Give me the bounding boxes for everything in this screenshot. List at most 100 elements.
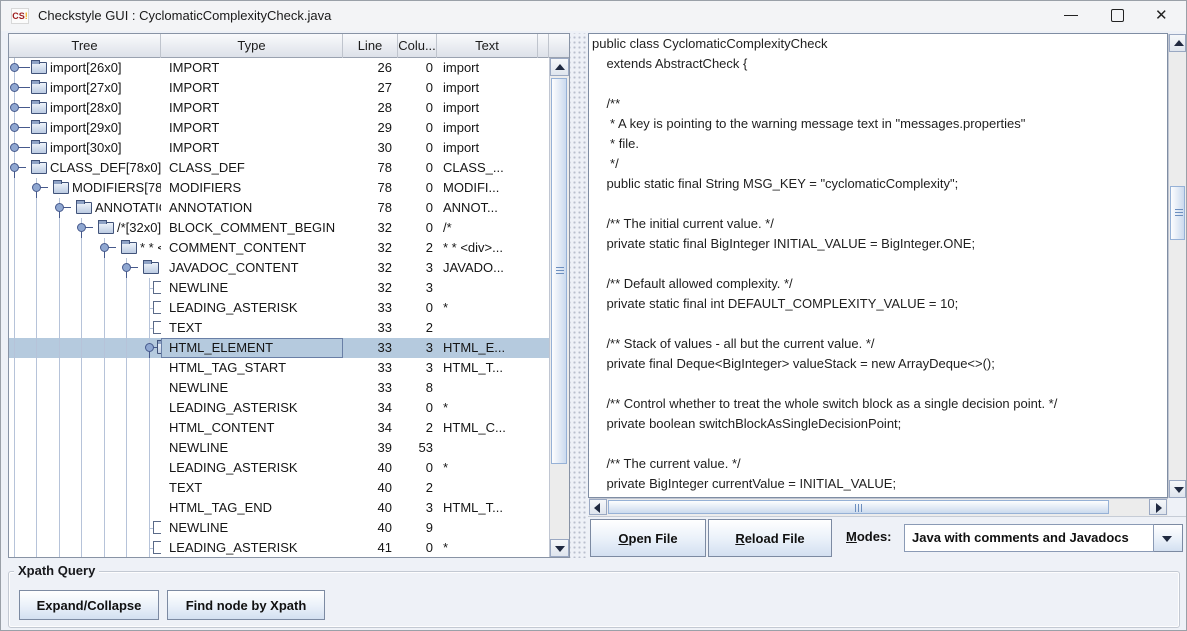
tree-expanded-handle-icon[interactable] <box>122 263 131 272</box>
maximize-button[interactable] <box>1094 1 1140 31</box>
reload-file-button[interactable]: Reload File <box>708 519 832 557</box>
table-row[interactable]: * * <div>...COMMENT_CONTENT322* * <div>.… <box>9 238 549 258</box>
table-row[interactable]: LEADING_ASTERISK340* <box>9 398 549 418</box>
column-header-spacer[interactable] <box>538 34 549 58</box>
column-header-type[interactable]: Type <box>161 34 343 58</box>
tree-expanded-handle-icon[interactable] <box>32 183 41 192</box>
column-header-tree[interactable]: Tree <box>9 34 161 58</box>
modes-selected-value: Java with comments and Javadocs <box>904 524 1154 552</box>
line-cell: 33 <box>343 298 398 318</box>
find-node-by-xpath-button[interactable]: Find node by Xpath <box>167 590 325 620</box>
column-header-text[interactable]: Text <box>437 34 538 58</box>
code-line <box>589 74 1167 94</box>
scroll-up-button[interactable] <box>1169 34 1186 52</box>
folder-icon <box>31 62 47 74</box>
table-row[interactable]: ANNOTATION[78x0]ANNOTATION780ANNOT... <box>9 198 549 218</box>
column-cell: 0 <box>398 138 437 158</box>
type-cell: CLASS_DEF <box>161 158 343 178</box>
column-header-colu[interactable]: Colu... <box>398 34 437 58</box>
table-row[interactable]: import[30x0]IMPORT300import <box>9 138 549 158</box>
column-cell: 0 <box>398 198 437 218</box>
text-cell: import <box>437 118 538 138</box>
column-cell: 0 <box>398 98 437 118</box>
line-cell: 33 <box>343 358 398 378</box>
tree-guide-line <box>36 538 37 557</box>
close-button[interactable]: ✕ <box>1140 1 1186 31</box>
tree-expanded-handle-icon[interactable] <box>10 163 19 172</box>
table-row[interactable]: import[28x0]IMPORT280import <box>9 98 549 118</box>
scroll-thumb[interactable] <box>551 78 567 464</box>
modes-combobox[interactable]: Java with comments and Javadocs <box>904 524 1183 552</box>
combobox-dropdown-button[interactable] <box>1154 524 1183 552</box>
tree-guide-line <box>149 398 150 418</box>
tree-expanded-handle-icon[interactable] <box>55 203 64 212</box>
table-row[interactable]: JAVADOC_CONTENTJAVADOC_CONTENT323JAVADO.… <box>9 258 549 278</box>
column-header-line[interactable]: Line <box>343 34 398 58</box>
table-row[interactable]: import[29x0]IMPORT290import <box>9 118 549 138</box>
open-file-button[interactable]: Open File <box>590 519 706 557</box>
tree-expanded-handle-icon[interactable] <box>145 343 154 352</box>
table-vertical-scrollbar[interactable] <box>549 58 569 557</box>
code-vertical-scrollbar[interactable] <box>1168 34 1187 498</box>
table-row[interactable]: /*[32x0]BLOCK_COMMENT_BEGIN320/* <box>9 218 549 238</box>
scroll-thumb[interactable] <box>608 500 1109 514</box>
tree-expanded-handle-icon[interactable] <box>77 223 86 232</box>
table-row[interactable]: NEWLINE323 <box>9 278 549 298</box>
tree-collapsed-handle-icon[interactable] <box>10 63 19 72</box>
code-line: public class CyclomaticComplexityCheck <box>589 34 1167 54</box>
tree-collapsed-handle-icon[interactable] <box>10 103 19 112</box>
tree-collapsed-handle-icon[interactable] <box>10 83 19 92</box>
minimize-button[interactable] <box>1048 1 1094 31</box>
table-row[interactable]: LEADING_ASTERISK400* <box>9 458 549 478</box>
line-cell: 41 <box>343 538 398 557</box>
scroll-down-button[interactable] <box>1169 480 1186 498</box>
table-row[interactable]: CLASS_DEF[78x0]CLASS_DEF780CLASS_... <box>9 158 549 178</box>
source-code-view[interactable]: public class CyclomaticComplexityCheck e… <box>588 33 1168 498</box>
column-cell: 0 <box>398 178 437 198</box>
tree-guide-line <box>104 438 105 458</box>
table-row[interactable]: HTML_CONTENT342HTML_C... <box>9 418 549 438</box>
split-pane-divider[interactable] <box>570 33 588 558</box>
scroll-right-button[interactable] <box>1149 499 1167 515</box>
code-horizontal-scrollbar[interactable] <box>589 498 1168 516</box>
text-cell: * <box>437 298 538 318</box>
table-row[interactable]: NEWLINE409 <box>9 518 549 538</box>
open-file-label: Open File <box>618 531 677 546</box>
table-row[interactable]: import[26x0]IMPORT260import <box>9 58 549 78</box>
text-cell: * <box>437 538 538 557</box>
table-row[interactable]: NEWLINE3953 <box>9 438 549 458</box>
table-row[interactable]: HTML_TAG_END403HTML_T... <box>9 498 549 518</box>
table-row[interactable]: TEXT402 <box>9 478 549 498</box>
table-row[interactable]: HTML_ELEMENT333HTML_E... <box>9 338 549 358</box>
minimize-icon <box>1064 15 1078 16</box>
tree-collapsed-handle-icon[interactable] <box>10 143 19 152</box>
leaf-icon <box>153 541 161 554</box>
table-row[interactable]: MODIFIERS[78x0]MODIFIERS780MODIFI... <box>9 178 549 198</box>
tree-cell <box>9 338 161 358</box>
table-row[interactable]: import[27x0]IMPORT270import <box>9 78 549 98</box>
tree-expanded-handle-icon[interactable] <box>100 243 109 252</box>
table-row[interactable]: NEWLINE338 <box>9 378 549 398</box>
code-line: private BigInteger currentValue = INITIA… <box>589 474 1167 494</box>
table-row[interactable]: LEADING_ASTERISK330* <box>9 298 549 318</box>
tree-guide-line <box>81 258 82 278</box>
table-row[interactable]: LEADING_ASTERISK410* <box>9 538 549 557</box>
tree-guide-line <box>59 218 60 238</box>
window-title: Checkstyle GUI : CyclomaticComplexityChe… <box>38 8 331 23</box>
code-line: private static final BigInteger INITIAL_… <box>589 234 1167 254</box>
tree-node-label: import[30x0] <box>50 138 122 158</box>
expand-collapse-button[interactable]: Expand/Collapse <box>19 590 159 620</box>
scroll-up-button[interactable] <box>550 58 569 76</box>
scroll-thumb[interactable] <box>1170 186 1185 240</box>
tree-node-label: * * <div>... <box>140 238 161 258</box>
tree-guide-line <box>36 418 37 438</box>
tree-guide-line <box>104 458 105 478</box>
scroll-down-button[interactable] <box>550 539 569 557</box>
scroll-left-button[interactable] <box>589 499 607 515</box>
tree-collapsed-handle-icon[interactable] <box>10 123 19 132</box>
tree-node-label: import[28x0] <box>50 98 122 118</box>
table-row[interactable]: HTML_TAG_START333HTML_T... <box>9 358 549 378</box>
table-row[interactable]: TEXT332 <box>9 318 549 338</box>
tree-guide-line <box>59 238 60 258</box>
tree-guide-line <box>59 318 60 338</box>
